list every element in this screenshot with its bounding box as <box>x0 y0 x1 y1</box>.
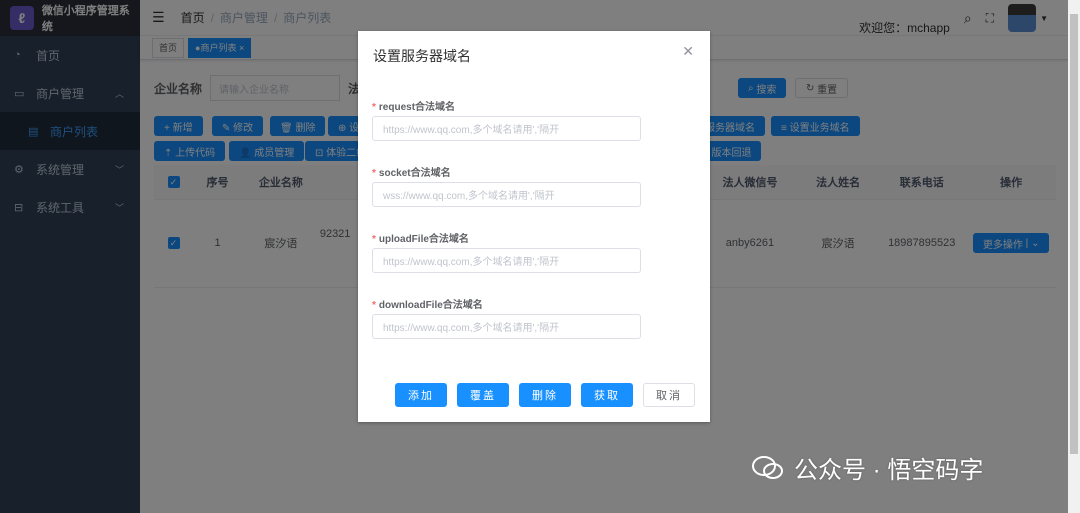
socket-domain-input[interactable]: wss://www.qq.com,多个域名请用','隔开 <box>372 182 641 207</box>
dialog-title: 设置服务器域名 <box>373 48 471 64</box>
wechat-icon <box>752 455 783 479</box>
field-label: request合法域名 <box>378 102 456 113</box>
delete-button[interactable]: 删除 <box>519 383 571 407</box>
watermark: 公众号 · 悟空码字 <box>752 450 983 485</box>
fetch-button[interactable]: 获取 <box>581 383 633 407</box>
request-domain-field: * request合法域名 https://www.qq.com,多个域名请用',… <box>372 98 641 141</box>
close-icon[interactable]: ✕ <box>682 43 694 60</box>
watermark-text: 公众号 · 悟空码字 <box>794 457 984 484</box>
field-label: socket合法域名 <box>378 168 451 179</box>
scrollbar-thumb[interactable] <box>1070 14 1078 454</box>
socket-domain-field: * socket合法域名 wss://www.qq.com,多个域名请用','隔开 <box>372 164 641 207</box>
cancel-button[interactable]: 取消 <box>643 383 695 407</box>
download-domain-input[interactable]: https://www.qq.com,多个域名请用','隔开 <box>372 314 641 339</box>
upload-domain-input[interactable]: https://www.qq.com,多个域名请用','隔开 <box>372 248 641 273</box>
server-domain-dialog: 设置服务器域名 ✕ * request合法域名 https://www.qq.co… <box>358 31 710 422</box>
upload-domain-field: * uploadFile合法域名 https://www.qq.com,多个域名请… <box>372 230 641 273</box>
download-domain-field: * downloadFile合法域名 https://www.qq.com,多个域… <box>372 296 641 339</box>
request-domain-input[interactable]: https://www.qq.com,多个域名请用','隔开 <box>372 116 641 141</box>
add-button[interactable]: 添加 <box>395 383 447 407</box>
scrollbar[interactable] <box>1068 0 1080 513</box>
field-label: downloadFile合法域名 <box>378 300 483 311</box>
cover-button[interactable]: 覆盖 <box>457 383 509 407</box>
field-label: uploadFile合法域名 <box>378 234 469 245</box>
